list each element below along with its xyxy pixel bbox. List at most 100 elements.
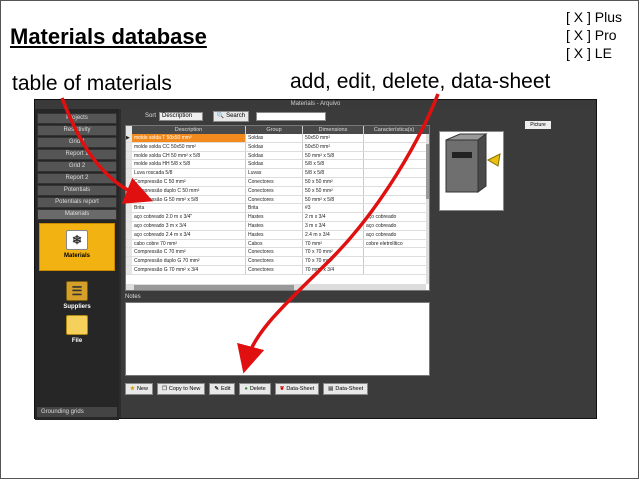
sidebar-item-potentials[interactable]: Potentials	[37, 185, 117, 196]
search-input[interactable]	[256, 112, 326, 121]
materials-icon: ❄	[66, 230, 88, 250]
table-cell: Compressão duplo C 50 mm²	[132, 186, 246, 195]
table-cell: Conectores	[246, 265, 303, 274]
copy-to-new-button[interactable]: ❐ Copy to New	[156, 383, 206, 395]
delete-button[interactable]: ● Delete	[239, 383, 271, 395]
table-body: ▶ molde solda T 50x50 mm² Soldas 50x50 mm² m…	[126, 134, 429, 275]
sort-select[interactable]: Description	[159, 112, 203, 121]
horizontal-scrollbar[interactable]	[126, 284, 426, 290]
table-cell: 70 x 70 mm²	[303, 248, 364, 257]
materials-table: Description Group Dimensions Característ…	[125, 125, 430, 291]
table-cell	[364, 160, 424, 168]
column-dimensions[interactable]: Dimensions	[303, 126, 364, 134]
table-row[interactable]: aço cobreado 3 m x 3/4 Hastes 3 m x 3/4 aço…	[126, 221, 429, 231]
table-row[interactable]: aço cobreado 2.4 m x 3/4 Hastes 2.4 m x 3/…	[126, 230, 429, 240]
table-row[interactable]: Compressão C 70 mm² Conectores 70 x 70 mm²	[126, 248, 429, 258]
table-cell: molde solda CC 50x50 mm²	[132, 142, 246, 151]
table-cell: cobre eletrolítico	[366, 240, 403, 247]
sidebar-item-grid-1[interactable]: Grid 1	[37, 137, 117, 148]
data-sheet-pdf-button[interactable]: ❦ Data-Sheet	[274, 383, 320, 395]
app-window: Materials - Arquivo Projects Resistivity…	[34, 99, 597, 420]
table-row[interactable]: Brita Brita #3	[126, 204, 429, 214]
notes-textarea[interactable]	[125, 302, 430, 376]
doc-icon: ▤	[328, 386, 334, 392]
sidebar-item-projects[interactable]: Projects	[37, 113, 117, 124]
table-cell: 50 x 50 mm²	[303, 177, 364, 186]
search-button[interactable]: 🔍 Search	[213, 111, 249, 122]
edit-icon: ✎	[214, 386, 219, 392]
delete-icon: ●	[244, 386, 248, 392]
table-cell: aço cobreado	[366, 231, 397, 238]
table-row[interactable]: Luva roscada 5/8 Luvas 5/8 x 5/8	[126, 169, 429, 178]
table-cell: Conectores	[246, 195, 303, 204]
edit-button[interactable]: ✎ Edit	[209, 383, 236, 395]
sidebar-item-report-1[interactable]: Report 1	[37, 149, 117, 160]
sidebar-item-grid-2[interactable]: Grid 2	[37, 161, 117, 172]
table-cell	[364, 196, 424, 204]
new-label: New	[136, 386, 148, 392]
table-cell	[364, 134, 424, 142]
horizontal-scroll-thumb[interactable]	[134, 285, 294, 290]
tile-file[interactable]: File	[39, 309, 115, 357]
sidebar-item-report-2[interactable]: Report 2	[37, 173, 117, 184]
sidebar-item-materials[interactable]: Materials	[37, 209, 117, 220]
table-row[interactable]: Compressão duplo G 70 mm² Conectores 70 x …	[126, 257, 429, 266]
folder-icon	[66, 315, 88, 335]
suppliers-icon: ☰	[66, 281, 88, 301]
slide-title: Materials database	[10, 24, 207, 49]
notes-label: Notes	[125, 294, 141, 300]
table-cell: Compressão C 50 mm²	[132, 177, 246, 186]
sidebar-item-grounding-grids[interactable]: Grounding grids	[37, 407, 117, 417]
edition-le: [ X ] LE	[566, 45, 612, 61]
table-cell: 50 x 50 mm²	[303, 186, 364, 195]
table-row[interactable]: molde solda CC 50x50 mm² Soldas 50x50 mm²	[126, 142, 429, 152]
vertical-scroll-thumb[interactable]	[426, 144, 429, 199]
data-sheet-doc-label: Data-Sheet	[335, 386, 364, 392]
table-cell: Soldas	[246, 134, 303, 142]
table-cell: Hastes	[246, 221, 303, 230]
table-cell	[364, 187, 424, 195]
table-row[interactable]: Compressão G 70 mm² x 3/4 Conectores 70 mm…	[126, 265, 429, 275]
table-row[interactable]: molde solda CH 50 mm² x 5/8 Soldas 50 mm² …	[126, 151, 429, 161]
table-row[interactable]: Compressão duplo C 50 mm² Conectores 50 x …	[126, 186, 429, 196]
table-cell: Compressão G 70 mm² x 3/4	[132, 265, 246, 274]
table-cell: Luva roscada 5/8	[132, 169, 246, 177]
table-cell: molde solda HH 5/8 x 5/8	[132, 160, 246, 169]
table-cell: aço cobreado 2.4 m x 3/4	[132, 230, 246, 239]
table-cell: Soldas	[246, 151, 303, 160]
table-cell: Brita	[246, 204, 303, 213]
sidebar-item-resistivity[interactable]: Resistivity	[37, 125, 117, 136]
sidebar-item-potentials-report[interactable]: Potentials report	[37, 197, 117, 208]
table-cell: Compressão C 70 mm²	[132, 248, 246, 257]
table-cell	[364, 257, 424, 265]
table-cell: Hastes	[246, 230, 303, 239]
table-cell: Conectores	[246, 177, 303, 186]
table-cell: Cabos	[246, 239, 303, 248]
column-group[interactable]: Group	[246, 126, 303, 134]
table-row[interactable]: Compressão G 50 mm² x 5/8 Conectores 50 mm…	[126, 195, 429, 205]
table-cell	[364, 152, 424, 160]
table-row[interactable]: cabo cobre 70 mm² Cabos 70 mm² cobre eletro…	[126, 239, 429, 249]
pdf-icon: ❦	[279, 386, 285, 392]
table-row[interactable]: aço cobreado 2.0 m x 3/4" Hastes 2 m x 3/4…	[126, 213, 429, 222]
table-row[interactable]: Compressão C 50 mm² Conectores 50 x 50 mm²	[126, 177, 429, 187]
column-description[interactable]: Description	[132, 126, 246, 134]
table-cell	[364, 143, 424, 151]
search-button-label: Search	[226, 113, 246, 119]
table-cell: 70 mm² x 3/4	[303, 265, 364, 274]
new-button[interactable]: ★ New	[125, 383, 153, 395]
table-row[interactable]: ▶ molde solda T 50x50 mm² Soldas 50x50 mm²	[126, 134, 429, 143]
table-row[interactable]: molde solda HH 5/8 x 5/8 Soldas 5/8 x 5/8	[126, 160, 429, 170]
vertical-scrollbar[interactable]	[426, 134, 429, 284]
edition-pro: [ X ] Pro	[566, 27, 617, 43]
table-cell: 50x50 mm²	[303, 134, 364, 142]
tile-materials[interactable]: ❄ Materials	[39, 223, 115, 271]
data-sheet-doc-button[interactable]: ▤ Data-Sheet	[323, 383, 369, 395]
table-cell: 50x50 mm²	[303, 142, 364, 151]
table-cell: aço cobreado 2.0 m x 3/4"	[132, 213, 246, 221]
table-cell: Soldas	[246, 160, 303, 169]
window-title: Materials - Arquivo	[35, 100, 596, 109]
table-cell: molde solda CH 50 mm² x 5/8	[132, 151, 246, 160]
annotation-table: table of materials	[12, 72, 172, 95]
column-characteristics[interactable]: Característica(s)	[364, 126, 424, 134]
